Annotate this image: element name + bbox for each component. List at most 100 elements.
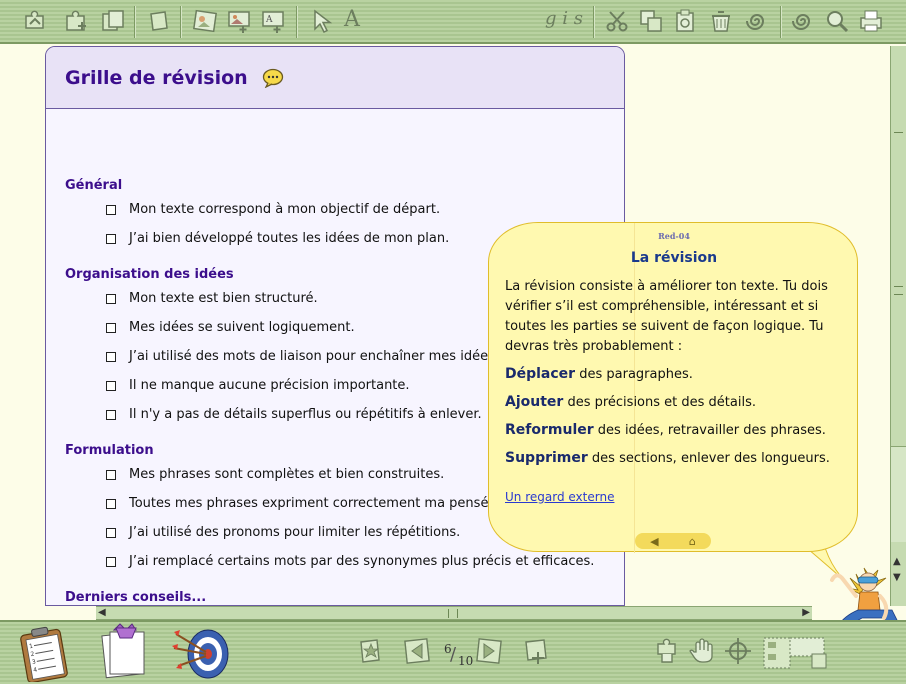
scroll-grip[interactable] — [448, 609, 458, 618]
bubble-action-verb: Supprimer — [505, 450, 588, 466]
speech-bubble-icon[interactable] — [262, 68, 284, 88]
checklist-item-label: Mes phrases sont complètes et bien const… — [129, 467, 445, 482]
bubble-action-verb: Reformuler — [505, 422, 594, 438]
spiral-icon[interactable] — [742, 6, 772, 36]
checklist-item[interactable]: J’ai bien développé toutes les idées de … — [106, 231, 449, 246]
checkbox[interactable] — [106, 527, 116, 538]
checklist-item[interactable]: Il ne manque aucune précision importante… — [106, 378, 410, 393]
bubble-action-rest: des précisions et des détails. — [563, 395, 756, 410]
checklist-item-label: Mon texte est bien structuré. — [129, 291, 318, 306]
page-forward-icon[interactable] — [472, 636, 504, 666]
spiral-help-icon[interactable] — [788, 6, 818, 36]
checklist-clipboard-icon[interactable]: 1234 — [18, 624, 76, 682]
card-header: Grille de révision — [46, 47, 624, 109]
picture-insert-icon[interactable] — [224, 6, 254, 36]
bubble-action-line: Supprimer des sections, enlever des long… — [505, 450, 830, 466]
cut-icon[interactable] — [602, 6, 632, 36]
copy-icon[interactable] — [636, 6, 666, 36]
section-title-organisation: Organisation des idées — [65, 267, 234, 282]
checkbox[interactable] — [106, 351, 116, 362]
scroll-left-icon[interactable]: ◀ — [98, 607, 106, 618]
svg-text:A: A — [265, 15, 273, 25]
scroll-marker — [894, 132, 903, 133]
scroll-thumb[interactable] — [891, 446, 906, 542]
checklist-item-label: J’ai remplacé certains mots par des syno… — [129, 554, 595, 569]
image-edit-icon[interactable] — [190, 6, 220, 36]
checkbox[interactable] — [106, 204, 116, 215]
vertical-scrollbar[interactable]: ▲ ▼ — [890, 46, 906, 606]
checklist-item-label: Il ne manque aucune précision importante… — [129, 378, 410, 393]
paste-icon[interactable] — [670, 6, 700, 36]
checklist-item[interactable]: Mes phrases sont complètes et bien const… — [106, 467, 444, 482]
toolbar-separator — [593, 6, 594, 38]
checklist-item[interactable]: J’ai remplacé certains mots par des syno… — [106, 554, 594, 569]
checklist-item[interactable]: J’ai utilisé des mots de liaison pour en… — [106, 349, 499, 364]
puzzle-arrow-icon[interactable] — [20, 6, 50, 36]
top-toolbar: A A g i s — [0, 0, 906, 44]
bubble-action-rest: des idées, retravailler des phrases. — [593, 423, 826, 438]
checklist-item[interactable]: J’ai utilisé des pronoms pour limiter le… — [106, 525, 460, 540]
bubble-action-verb: Ajouter — [505, 394, 564, 410]
scroll-right-icon[interactable]: ▶ — [802, 607, 810, 618]
home-icon[interactable]: ⌂ — [689, 535, 696, 548]
checkbox[interactable] — [106, 469, 116, 480]
bubble-action-line: Ajouter des précisions et des détails. — [505, 394, 756, 410]
toolbar-separator — [780, 6, 781, 38]
format-gis-buttons[interactable]: g i s — [545, 8, 583, 29]
blank-page-icon[interactable] — [144, 6, 174, 36]
toolbar-separator — [296, 6, 297, 38]
checklist-item[interactable]: Mes idées se suivent logiquement. — [106, 320, 355, 335]
bubble-action-verb: Déplacer — [505, 366, 576, 382]
text-box-insert-icon[interactable]: A — [258, 6, 288, 36]
page-slash: / — [450, 644, 457, 665]
bottom-toolbar: 1234 6 / 10 — [0, 620, 906, 684]
hand-icon[interactable] — [688, 636, 720, 666]
puzzle-add-icon[interactable] — [62, 6, 92, 36]
printer-icon[interactable] — [856, 6, 886, 36]
revision-tooltip-bubble: Red-04 La révision La révision consiste … — [488, 222, 858, 553]
checklist-item-label: J’ai bien développé toutes les idées de … — [129, 231, 450, 246]
scroll-grip[interactable] — [894, 286, 903, 295]
checklist-item-label: Il n'y a pas de détails superflus ou rép… — [129, 407, 482, 422]
checklist-item[interactable]: Toutes mes phrases expriment correctemen… — [106, 496, 501, 511]
puzzle-pages-icon[interactable] — [98, 6, 128, 36]
arrow-left-icon[interactable]: ◀ — [650, 535, 658, 548]
card-title: Grille de révision — [65, 66, 248, 89]
horizontal-scrollbar[interactable]: ◀ ▶ — [96, 606, 812, 620]
bubble-code: Red-04 — [658, 231, 690, 241]
checklist-item-label: Mes idées se suivent logiquement. — [129, 320, 355, 335]
page-back-icon[interactable] — [402, 636, 434, 666]
magnifier-icon[interactable] — [822, 6, 852, 36]
layout-grid-icon[interactable] — [760, 632, 830, 672]
notes-pages-icon[interactable] — [96, 622, 156, 682]
checkbox[interactable] — [106, 322, 116, 333]
checklist-item-label: J’ai utilisé des pronoms pour limiter le… — [129, 525, 461, 540]
pointer-icon[interactable] — [306, 6, 336, 36]
bubble-action-rest: des paragraphes. — [575, 367, 693, 382]
trash-icon[interactable] — [706, 6, 736, 36]
crosshair-icon[interactable] — [722, 636, 754, 666]
external-review-link[interactable]: Un regard externe — [505, 490, 614, 504]
checklist-item[interactable]: Il n'y a pas de détails superflus ou rép… — [106, 407, 482, 422]
section-title-general: Général — [65, 178, 123, 193]
text-tool-icon[interactable]: A — [344, 7, 360, 32]
section-title-formulation: Formulation — [65, 443, 154, 458]
checkbox[interactable] — [106, 380, 116, 391]
checkbox[interactable] — [106, 233, 116, 244]
checklist-item[interactable]: Mon texte correspond à mon objectif de d… — [106, 202, 440, 217]
section-title-derniers-conseils: Derniers conseils... — [65, 590, 207, 605]
checklist-item[interactable]: Mon texte est bien structuré. — [106, 291, 318, 306]
checklist-item-label: J’ai utilisé des mots de liaison pour en… — [129, 349, 499, 364]
puzzle-hand-icon[interactable] — [652, 636, 684, 666]
checkbox[interactable] — [106, 498, 116, 509]
page-add-icon[interactable] — [520, 636, 552, 666]
checkbox[interactable] — [106, 556, 116, 567]
target-arrows-icon[interactable] — [170, 624, 232, 682]
bubble-action-rest: des sections, enlever des longueurs. — [587, 451, 830, 466]
page-total: 10 — [458, 654, 474, 668]
bubble-nav: ◀ ⌂ — [635, 533, 711, 549]
bubble-intro-text: La révision consiste à améliorer ton tex… — [505, 279, 828, 354]
star-page-icon[interactable] — [356, 636, 386, 666]
checkbox[interactable] — [106, 409, 116, 420]
checkbox[interactable] — [106, 293, 116, 304]
